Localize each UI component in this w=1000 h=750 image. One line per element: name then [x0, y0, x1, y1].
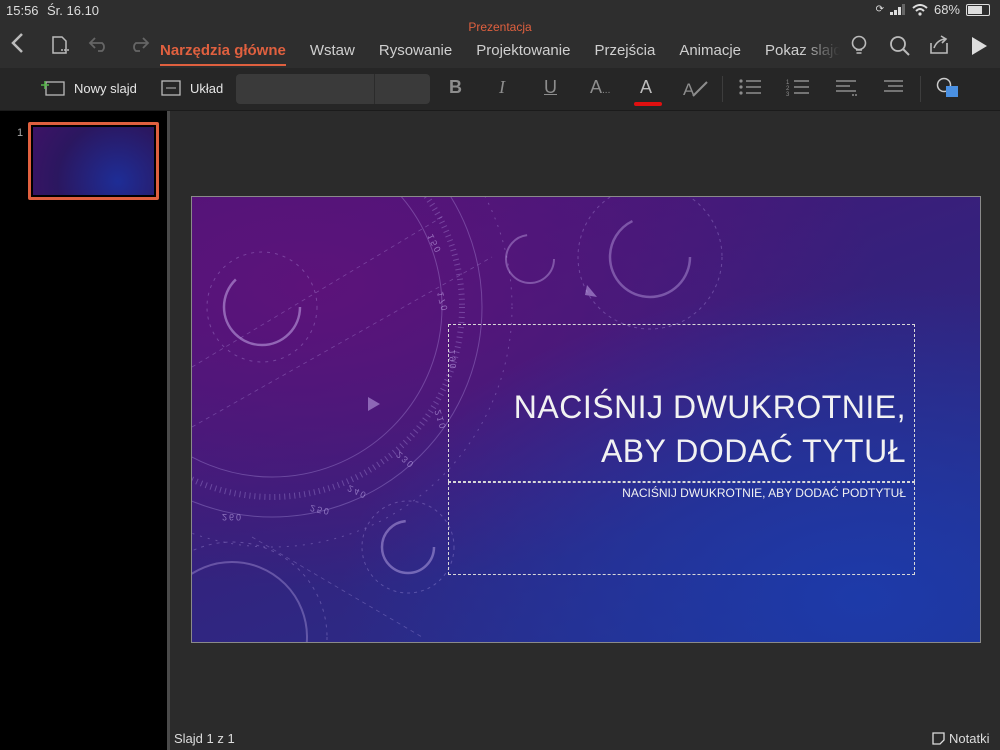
tab-3[interactable]: Projektowanie: [476, 38, 570, 65]
battery-percent: 68%: [933, 2, 960, 17]
slide-counter: Slajd 1 z 1: [174, 731, 235, 746]
status-indicators: ⟳ 68%: [876, 2, 990, 17]
shapes-icon: [936, 77, 958, 97]
tab-0[interactable]: Narzędzia główne: [160, 38, 286, 66]
italic-button[interactable]: I: [499, 77, 505, 98]
redo-icon[interactable]: [128, 35, 150, 59]
numbered-list-button[interactable]: 123: [786, 77, 810, 102]
title-placeholder[interactable]: NACIŚNIJ DWUKROTNIE, ABY DODAĆ TYTUŁ: [448, 324, 915, 482]
underline-button[interactable]: U: [544, 77, 557, 98]
highlight-brush-button[interactable]: A: [683, 77, 709, 104]
notes-button[interactable]: Notatki: [932, 731, 989, 746]
tab-4[interactable]: Przejścia: [594, 38, 655, 65]
font-color-swatch: [634, 102, 662, 106]
back-chevron-icon[interactable]: [10, 32, 24, 61]
pane-divider[interactable]: [167, 111, 170, 750]
bulleted-list-button[interactable]: [738, 77, 762, 102]
new-slide-icon: [41, 81, 65, 96]
font-size-field[interactable]: [374, 74, 375, 104]
align-text-button[interactable]: [883, 77, 905, 102]
new-slide-label: Nowy slajd: [74, 80, 137, 96]
font-effects-button[interactable]: A...: [590, 77, 610, 98]
font-color-glyph: A: [640, 77, 653, 97]
slide-thumbnail-preview: [33, 127, 154, 195]
align-left-icon: [836, 80, 857, 96]
tab-2[interactable]: Rysowanie: [379, 38, 452, 65]
bold-button[interactable]: B: [449, 77, 462, 98]
status-date: Śr. 16.10: [47, 3, 100, 18]
lightbulb-icon[interactable]: [850, 35, 868, 63]
document-title: Prezentacja: [468, 20, 532, 34]
battery-icon: [966, 3, 990, 16]
play-slideshow-icon[interactable]: [970, 36, 988, 62]
status-time: 15:56: [6, 3, 39, 18]
paintbrush-icon: A: [683, 80, 708, 99]
tab-1[interactable]: Wstaw: [310, 38, 355, 65]
shapes-button[interactable]: [935, 77, 961, 104]
ribbon-divider: [722, 76, 723, 102]
numbered-list-icon: 123: [786, 80, 809, 98]
svg-text:3: 3: [786, 92, 790, 97]
slide-title: NACIŚNIJ DWUKROTNIE, ABY DODAĆ TYTUŁ: [513, 389, 906, 469]
new-slide-button[interactable]: Nowy slajd: [40, 79, 137, 97]
layout-label: Układ: [190, 80, 224, 96]
ribbon-divider: [920, 76, 921, 102]
bullet-list-icon: [739, 79, 761, 95]
font-effects-glyph: A: [590, 77, 603, 97]
alignment-options-button[interactable]: [835, 77, 859, 102]
slide-subtitle: NACIŚNIJ DWUKROTNIE, ABY DODAĆ PODTYTUŁ: [622, 486, 906, 500]
layout-button[interactable]: Układ: [160, 79, 223, 97]
notes-label: Notatki: [949, 731, 990, 746]
slide-thumbnail-number: 1: [17, 127, 24, 139]
notes-icon: [932, 732, 945, 745]
font-color-button[interactable]: A: [634, 77, 662, 106]
ribbon-toolbar: Nowy slajd Układ B I U A... A A 123: [0, 68, 1000, 111]
slides-pane: 1: [0, 111, 167, 750]
status-bar: 15:56 Śr. 16.10 ⟳ 68%: [0, 0, 1000, 20]
battery-level: [968, 5, 982, 14]
undo-icon[interactable]: [88, 35, 110, 59]
file-options-icon[interactable]: [50, 35, 70, 61]
align-right-icon: [884, 80, 903, 92]
slide-thumbnail[interactable]: [28, 122, 159, 200]
wifi-icon: [912, 3, 928, 16]
tab-5[interactable]: Animacje: [679, 38, 741, 65]
layout-icon: [161, 80, 181, 96]
signal-icon: [889, 4, 905, 15]
font-name-field[interactable]: [236, 74, 430, 104]
slide-canvas[interactable]: 150 170 190 210 230 240 250 260 NACIŚNIJ DWUKRO…: [191, 196, 981, 643]
tabs-overflow-fade: [800, 38, 840, 66]
dial-label: 260: [222, 512, 244, 522]
ribbon-tabs: Narzędzia główne Wstaw Rysowanie Projektowa…: [160, 38, 840, 66]
title-bar: Prezentacja Narzędzia główne Wstaw Rysowan…: [0, 20, 1000, 68]
subtitle-placeholder[interactable]: NACIŚNIJ DWUKROTNIE, ABY DODAĆ PODTYTUŁ: [448, 482, 915, 575]
rotation-lock-icon: ⟳: [875, 4, 884, 15]
share-icon[interactable]: [928, 34, 950, 62]
search-icon[interactable]: [889, 35, 911, 63]
